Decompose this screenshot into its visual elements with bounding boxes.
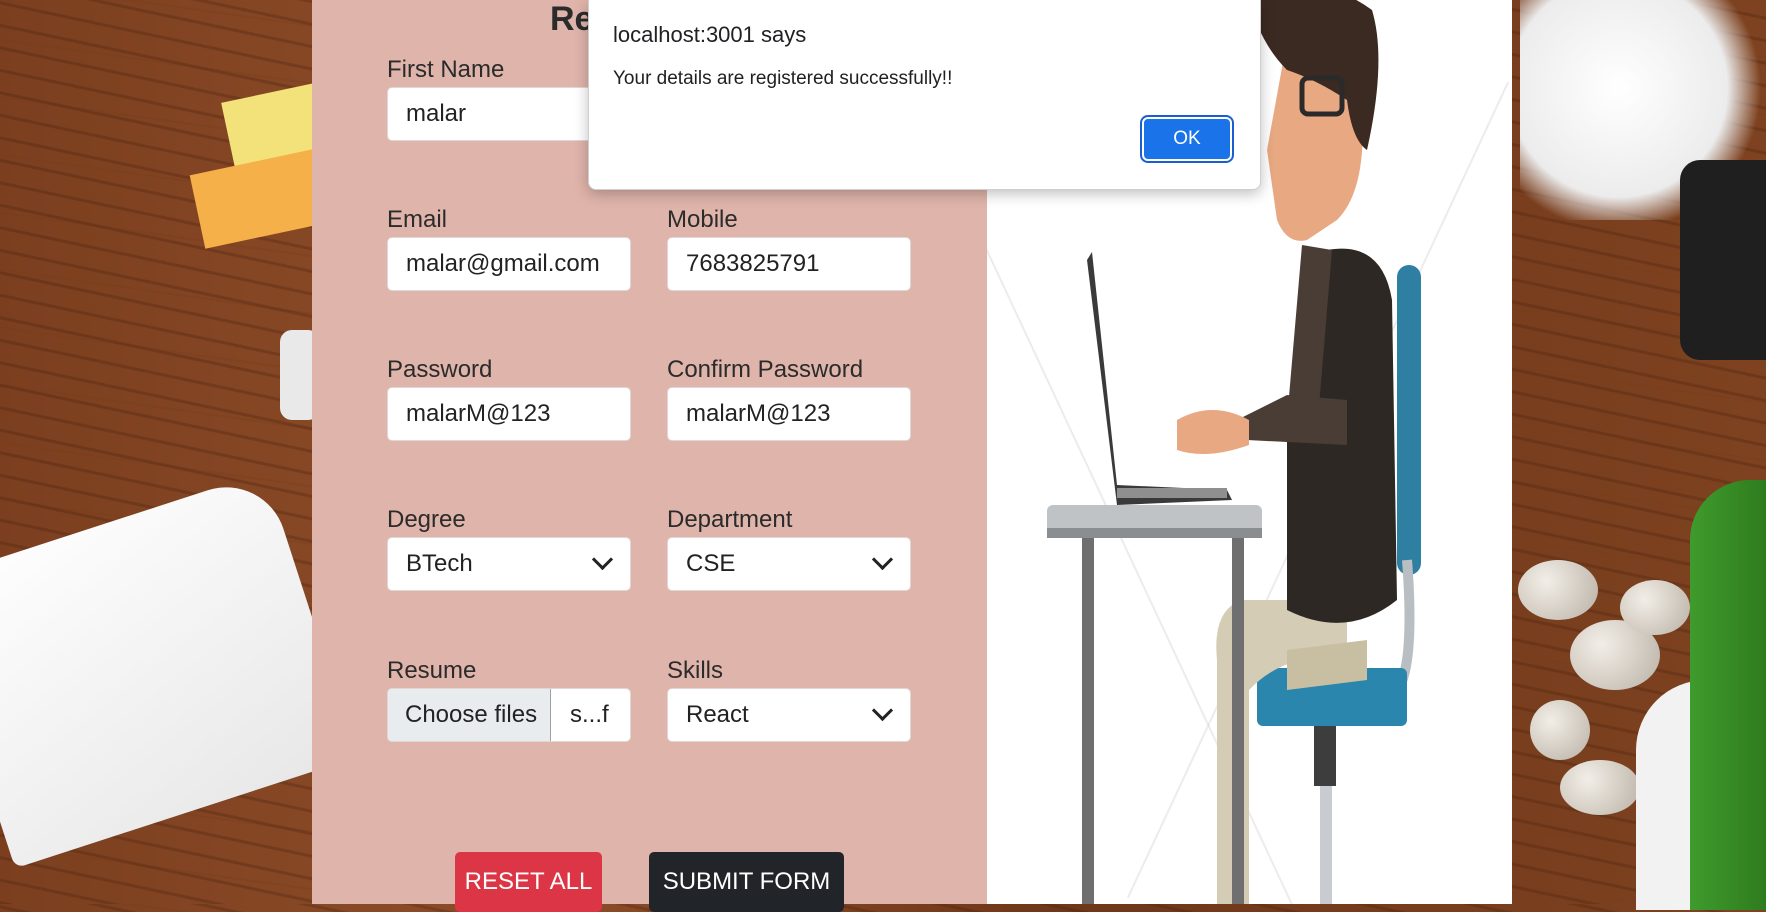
alert-dialog: localhost:3001 says Your details are reg… bbox=[588, 0, 1261, 190]
pebble bbox=[1620, 580, 1690, 635]
skills-label: Skills bbox=[667, 657, 724, 684]
resume-file-input[interactable]: Choose files s...f bbox=[387, 688, 631, 742]
submit-form-button[interactable]: SUBMIT FORM bbox=[649, 852, 844, 912]
choose-files-button[interactable]: Choose files bbox=[388, 689, 551, 741]
first-name-label: First Name bbox=[387, 56, 505, 83]
email-label: Email bbox=[387, 206, 448, 233]
alert-message: Your details are registered successfully… bbox=[613, 68, 953, 89]
reset-all-button[interactable]: RESET ALL bbox=[455, 852, 602, 912]
email-input[interactable]: malar@gmail.com bbox=[387, 237, 631, 291]
password-label: Password bbox=[387, 356, 493, 383]
alert-title: localhost:3001 says bbox=[613, 22, 807, 47]
degree-label: Degree bbox=[387, 506, 466, 533]
chevron-down-icon bbox=[591, 548, 614, 571]
password-input[interactable]: malarM@123 bbox=[387, 387, 631, 441]
degree-select-value: BTech bbox=[406, 550, 473, 577]
confirm-password-input[interactable]: malarM@123 bbox=[667, 387, 911, 441]
device-image bbox=[1680, 160, 1766, 360]
plant-image bbox=[1690, 480, 1766, 910]
ok-button[interactable]: OK bbox=[1142, 117, 1232, 161]
mobile-label: Mobile bbox=[667, 206, 738, 233]
department-label: Department bbox=[667, 506, 793, 533]
department-select[interactable]: CSE bbox=[667, 537, 911, 591]
skills-select-value: React bbox=[686, 701, 749, 728]
shirt-sleeve-image bbox=[0, 471, 358, 869]
mobile-input[interactable]: 7683825791 bbox=[667, 237, 911, 291]
form-title: Re bbox=[550, 0, 594, 38]
pebble bbox=[1560, 760, 1640, 815]
pebble bbox=[1518, 560, 1598, 620]
degree-select[interactable]: BTech bbox=[387, 537, 631, 591]
department-select-value: CSE bbox=[686, 550, 736, 577]
skills-select[interactable]: React bbox=[667, 688, 911, 742]
pebble bbox=[1530, 700, 1590, 760]
resume-file-name: s...f bbox=[570, 701, 609, 728]
resume-label: Resume bbox=[387, 657, 477, 684]
confirm-password-label: Confirm Password bbox=[667, 356, 864, 383]
chevron-down-icon bbox=[871, 699, 894, 722]
chevron-down-icon bbox=[871, 548, 894, 571]
